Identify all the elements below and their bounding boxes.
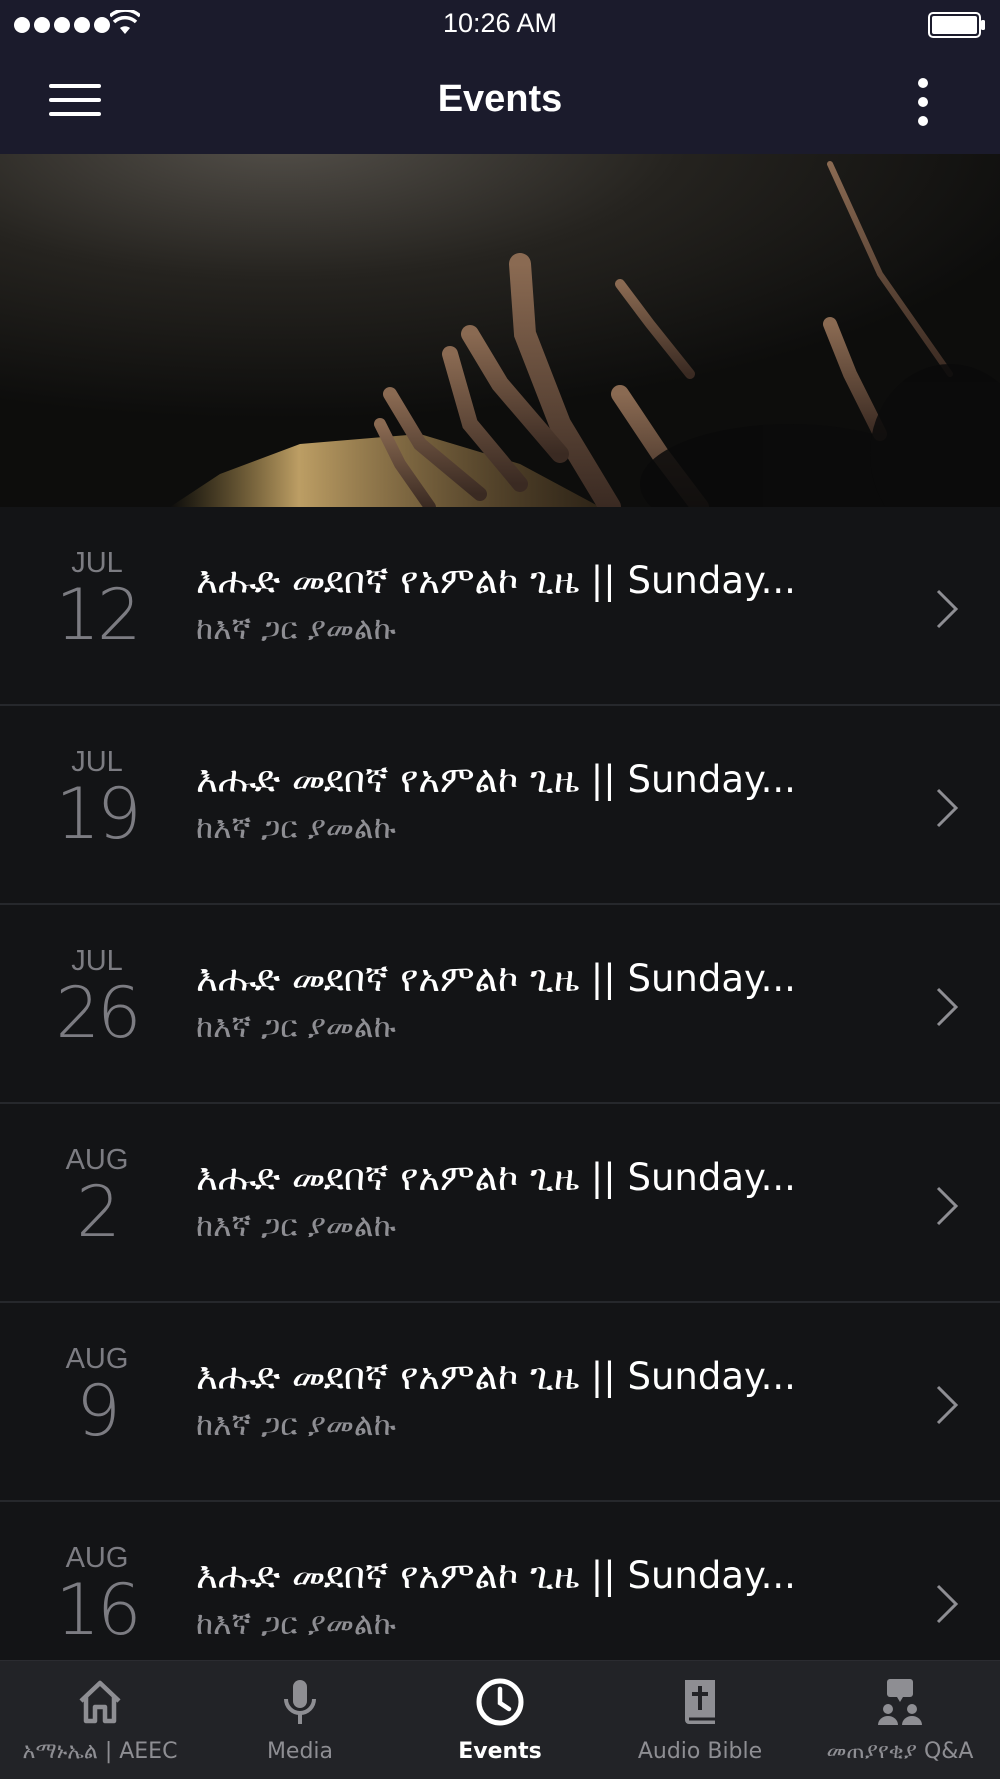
battery-icon (928, 12, 985, 38)
tab-label: መጠያየቂያ Q&A (826, 1739, 974, 1764)
tab-home[interactable]: አማኑኤል | AEEC (0, 1661, 200, 1779)
event-date: AUG 2 (45, 1144, 149, 1248)
hero-image (0, 154, 1000, 507)
event-row[interactable]: AUG 9 እሑድ መደበኛ የአምልኮ ጊዜ || Sunday... ከእኛ… (0, 1303, 1000, 1502)
status-time: 10:26 AM (442, 8, 558, 38)
hamburger-menu-icon[interactable] (42, 80, 102, 124)
clock-icon (476, 1678, 524, 1726)
tab-events[interactable]: Events (400, 1661, 600, 1779)
tab-label: Media (266, 1739, 334, 1764)
tab-label: Events (458, 1739, 542, 1764)
event-subtitle: ከእኛ ጋር ያመልኩ (196, 810, 396, 846)
event-subtitle: ከእኛ ጋር ያመልኩ (196, 1208, 396, 1244)
event-date: JUL 26 (45, 945, 149, 1049)
event-subtitle: ከእኛ ጋር ያመልኩ (196, 611, 396, 647)
navigation-bar: Events (0, 50, 1000, 154)
tab-label: Audio Bible (637, 1739, 763, 1764)
q-and-a-icon (878, 1679, 922, 1725)
tab-q-and-a[interactable]: መጠያየቂያ Q&A (800, 1661, 1000, 1779)
event-day: 19 (55, 773, 141, 855)
microphone-icon (284, 1680, 316, 1724)
event-row[interactable]: AUG 2 እሑድ መደበኛ የአምልኮ ጊዜ || Sunday... ከእኛ… (0, 1104, 1000, 1303)
event-date: AUG 16 (45, 1542, 149, 1646)
event-day: 26 (55, 972, 141, 1054)
event-title: እሑድ መደበኛ የአምልኮ ጊዜ || Sunday... (196, 758, 796, 801)
event-title: እሑድ መደበኛ የአምልኮ ጊዜ || Sunday... (196, 1156, 796, 1199)
event-title: እሑድ መደበኛ የአምልኮ ጊዜ || Sunday... (196, 1355, 796, 1398)
event-title: እሑድ መደበኛ የአምልኮ ጊዜ || Sunday... (196, 559, 796, 602)
event-subtitle: ከእኛ ጋር ያመልኩ (196, 1009, 396, 1045)
event-row[interactable]: JUL 12 እሑድ መደበኛ የአምልኮ ጊዜ || Sunday... ከእ… (0, 507, 1000, 706)
status-bar: 10:26 AM (0, 0, 1000, 50)
chevron-right-icon (936, 788, 959, 828)
event-title: እሑድ መደበኛ የአምልኮ ጊዜ || Sunday... (196, 1554, 796, 1597)
event-row[interactable]: JUL 26 እሑድ መደበኛ የአምልኮ ጊዜ || Sunday... ከእ… (0, 905, 1000, 1104)
more-options-icon[interactable] (904, 74, 944, 130)
tab-label: አማኑኤል | AEEC (22, 1739, 178, 1764)
tab-audio-bible[interactable]: Audio Bible (600, 1661, 800, 1779)
event-list: JUL 12 እሑድ መደበኛ የአምልኮ ጊዜ || Sunday... ከእ… (0, 507, 1000, 1701)
event-title: እሑድ መደበኛ የአምልኮ ጊዜ || Sunday... (196, 957, 796, 1000)
event-day: 12 (55, 574, 141, 656)
tab-media[interactable]: Media (200, 1661, 400, 1779)
chevron-right-icon (936, 1385, 959, 1425)
event-subtitle: ከእኛ ጋር ያመልኩ (196, 1407, 396, 1443)
event-row[interactable]: JUL 19 እሑድ መደበኛ የአምልኮ ጊዜ || Sunday... ከእ… (0, 706, 1000, 905)
event-subtitle: ከእኛ ጋር ያመልኩ (196, 1606, 396, 1642)
event-date: AUG 9 (45, 1343, 149, 1447)
bible-icon (685, 1680, 715, 1724)
chevron-right-icon (936, 1584, 959, 1624)
chevron-right-icon (936, 1186, 959, 1226)
event-date: JUL 12 (45, 547, 149, 651)
page-title: Events (437, 78, 563, 120)
event-day: 9 (76, 1370, 121, 1452)
event-day: 2 (76, 1171, 121, 1253)
chevron-right-icon (936, 589, 959, 629)
event-date: JUL 19 (45, 746, 149, 850)
tab-bar: አማኑኤል | AEEC Media Events Audio Bible መጠ… (0, 1660, 1000, 1779)
chevron-right-icon (936, 987, 959, 1027)
home-icon (79, 1680, 121, 1724)
event-day: 16 (55, 1569, 141, 1651)
